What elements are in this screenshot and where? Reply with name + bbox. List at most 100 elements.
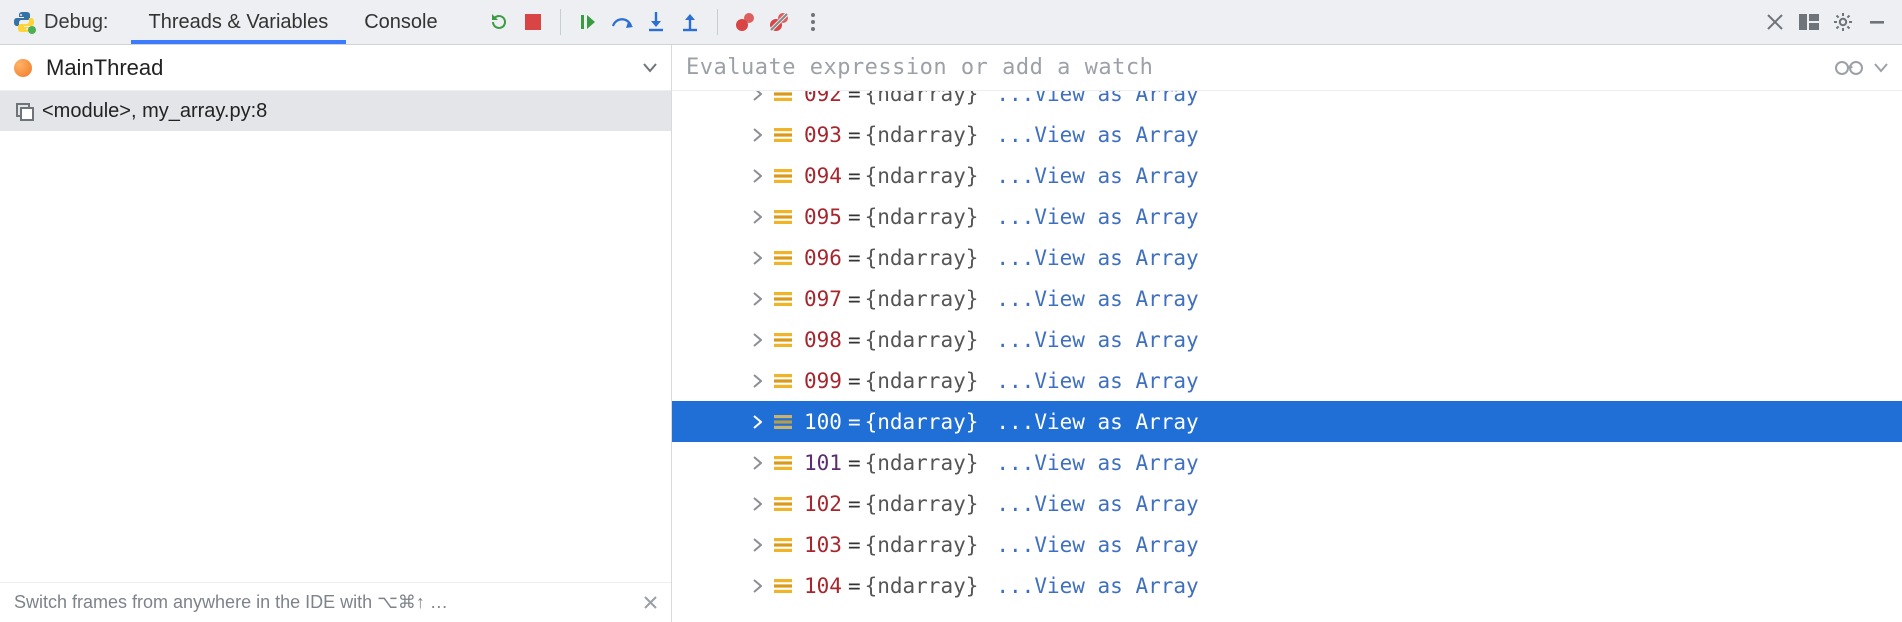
equals-sign: = <box>848 287 861 311</box>
equals-sign: = <box>848 91 861 106</box>
variable-type: {ndarray} <box>865 574 979 598</box>
layout-icon[interactable] <box>1792 5 1826 39</box>
variable-row[interactable]: 095 = {ndarray} ...View as Array <box>672 196 1902 237</box>
evaluate-bar <box>672 45 1902 91</box>
variable-row[interactable]: 092 = {ndarray}...View as Array <box>672 91 1902 114</box>
variable-name: 093 <box>804 123 842 147</box>
glasses-icon[interactable] <box>1834 60 1864 76</box>
view-as-array-link[interactable]: ...View as Array <box>996 91 1198 106</box>
step-over-icon[interactable] <box>605 5 639 39</box>
step-into-icon[interactable] <box>639 5 673 39</box>
view-as-array-link[interactable]: ...View as Array <box>996 205 1198 229</box>
evaluate-input[interactable] <box>686 55 1834 80</box>
thread-selector[interactable]: MainThread <box>0 45 671 91</box>
close-icon[interactable] <box>1758 5 1792 39</box>
equals-sign: = <box>848 410 861 434</box>
tab-console[interactable]: Console <box>346 0 455 44</box>
equals-sign: = <box>848 205 861 229</box>
variable-row[interactable]: 101 = {ndarray}...View as Array <box>672 442 1902 483</box>
chevron-right-icon[interactable] <box>746 497 768 511</box>
thread-status-icon <box>14 59 32 77</box>
variable-row[interactable]: 093 = {ndarray}...View as Array <box>672 114 1902 155</box>
variable-name: 098 <box>804 328 842 352</box>
thread-name: MainThread <box>46 55 643 81</box>
resume-icon[interactable] <box>571 5 605 39</box>
variable-type: {ndarray} <box>865 451 979 475</box>
view-as-array-link[interactable]: ...View as Array <box>996 246 1198 270</box>
view-as-array-link[interactable]: ...View as Array <box>996 574 1198 598</box>
chevron-down-icon[interactable] <box>643 63 657 73</box>
array-icon <box>774 455 794 471</box>
debug-toolbar: Debug: Threads & Variables Console <box>0 0 1902 45</box>
chevron-right-icon[interactable] <box>746 333 768 347</box>
chevron-right-icon[interactable] <box>746 128 768 142</box>
chevron-right-icon[interactable] <box>746 538 768 552</box>
variable-row[interactable]: 102 = {ndarray}...View as Array <box>672 483 1902 524</box>
view-breakpoints-icon[interactable] <box>728 5 762 39</box>
step-out-icon[interactable] <box>673 5 707 39</box>
chevron-right-icon[interactable] <box>746 210 768 224</box>
array-icon <box>774 91 794 102</box>
array-icon <box>774 373 794 389</box>
chevron-right-icon[interactable] <box>746 292 768 306</box>
minimize-icon[interactable] <box>1860 5 1894 39</box>
chevron-right-icon[interactable] <box>746 579 768 593</box>
array-icon <box>774 496 794 512</box>
variables-list: 092 = {ndarray}...View as Array 093 = {n… <box>672 91 1902 622</box>
chevron-right-icon[interactable] <box>746 91 768 101</box>
array-icon <box>774 332 794 348</box>
chevron-right-icon[interactable] <box>746 251 768 265</box>
view-as-array-link[interactable]: ...View as Array <box>996 492 1198 516</box>
variable-name: 101 <box>804 451 842 475</box>
mute-breakpoints-icon[interactable] <box>762 5 796 39</box>
frame-icon <box>14 101 34 121</box>
variable-row[interactable]: 096 = {ndarray}...View as Array <box>672 237 1902 278</box>
equals-sign: = <box>848 574 861 598</box>
more-icon[interactable] <box>796 5 830 39</box>
view-as-array-link[interactable]: ...View as Array <box>996 451 1198 475</box>
stack-frame[interactable]: <module>, my_array.py:8 <box>0 91 671 131</box>
variable-row[interactable]: 094 = {ndarray}...View as Array <box>672 155 1902 196</box>
variable-row[interactable]: 097 = {ndarray}...View as Array <box>672 278 1902 319</box>
variable-type: {ndarray} <box>865 328 979 352</box>
chevron-right-icon[interactable] <box>746 374 768 388</box>
array-icon <box>774 578 794 594</box>
chevron-right-icon[interactable] <box>746 456 768 470</box>
variable-type: {ndarray} <box>865 205 979 229</box>
array-icon <box>774 537 794 553</box>
view-as-array-link[interactable]: ...View as Array <box>996 328 1198 352</box>
variable-row[interactable]: 098 = {ndarray}...View as Array <box>672 319 1902 360</box>
frame-label: <module>, my_array.py:8 <box>42 100 267 123</box>
variable-name: 103 <box>804 533 842 557</box>
view-as-array-link[interactable]: ...View as Array <box>996 123 1198 147</box>
chevron-right-icon[interactable] <box>746 169 768 183</box>
view-as-array-link[interactable]: ...View as Array <box>996 369 1198 393</box>
variable-row[interactable]: 100 = {ndarray}...View as Array <box>672 401 1902 442</box>
variable-row[interactable]: 104 = {ndarray}...View as Array <box>672 565 1902 606</box>
chevron-down-icon[interactable] <box>1874 63 1888 73</box>
variable-type: {ndarray} <box>865 246 979 270</box>
stop-icon[interactable] <box>516 5 550 39</box>
view-as-array-link[interactable]: ...View as Array <box>996 410 1198 434</box>
tab-threads-variables[interactable]: Threads & Variables <box>131 0 347 44</box>
variable-name: 094 <box>804 164 842 188</box>
array-icon <box>774 209 794 225</box>
variable-name: 100 <box>804 410 842 434</box>
rerun-icon[interactable] <box>482 5 516 39</box>
variable-type: {ndarray} <box>865 164 979 188</box>
close-icon[interactable] <box>644 596 657 609</box>
variable-name: 102 <box>804 492 842 516</box>
variable-row[interactable]: 103 = {ndarray}...View as Array <box>672 524 1902 565</box>
view-as-array-link[interactable]: ...View as Array <box>996 533 1198 557</box>
hint-text: Switch frames from anywhere in the IDE w… <box>14 592 448 613</box>
view-as-array-link[interactable]: ...View as Array <box>996 164 1198 188</box>
equals-sign: = <box>848 369 861 393</box>
chevron-right-icon[interactable] <box>746 415 768 429</box>
variable-type: {ndarray} <box>865 287 979 311</box>
variable-row[interactable]: 099 = {ndarray}...View as Array <box>672 360 1902 401</box>
variable-name: 095 <box>804 205 842 229</box>
debug-title: Debug: <box>44 11 109 34</box>
view-as-array-link[interactable]: ...View as Array <box>996 287 1198 311</box>
variable-name: 099 <box>804 369 842 393</box>
gear-icon[interactable] <box>1826 5 1860 39</box>
